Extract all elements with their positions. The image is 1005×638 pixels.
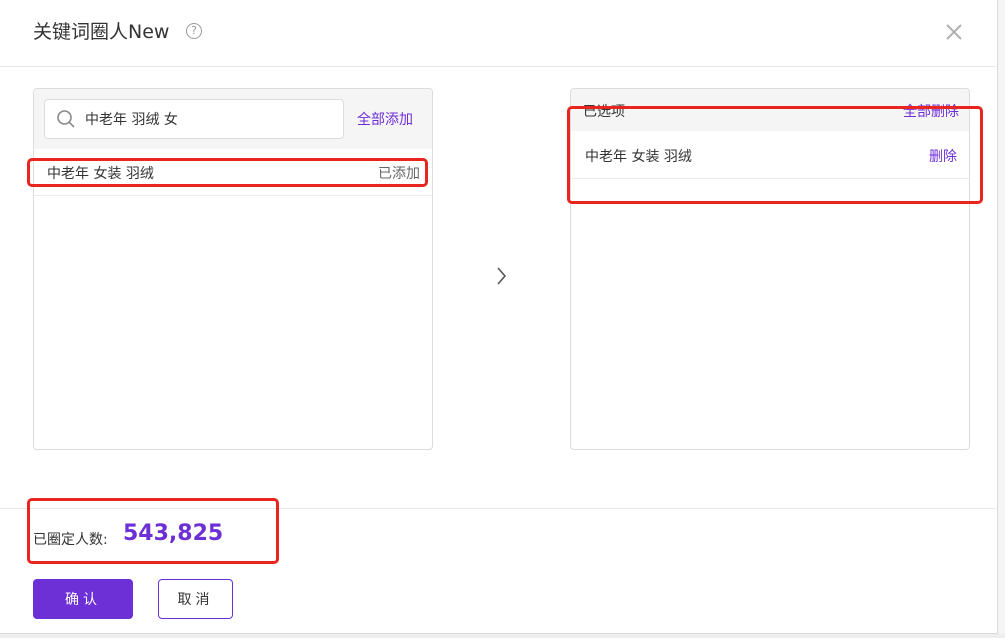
selected-item-keyword: 中老年 女装 羽绒 [585, 149, 692, 165]
keyword-audience-dialog: 关键词圈人New ? 全部添加 中老年 女装 羽绒 已添加 已选项 [0, 0, 998, 634]
delete-item-button[interactable]: 删除 [929, 146, 957, 166]
delete-all-button[interactable]: 全部删除 [903, 101, 959, 121]
search-result-status: 已添加 [378, 166, 420, 182]
confirm-button[interactable]: 确认 [33, 579, 133, 619]
background-page-bottom [0, 634, 1005, 638]
cancel-button[interactable]: 取消 [158, 579, 233, 619]
selected-toolbar: 已选项 全部删除 [571, 89, 969, 131]
close-icon[interactable] [943, 21, 965, 43]
background-page-edge [998, 0, 1005, 638]
audience-count-label: 已圈定人数: [33, 532, 108, 548]
search-result-row[interactable]: 中老年 女装 羽绒 已添加 [34, 149, 432, 196]
question-circle-icon[interactable]: ? [186, 23, 202, 39]
search-input[interactable] [85, 100, 335, 138]
search-toolbar: 全部添加 [34, 89, 432, 149]
search-result-keyword: 中老年 女装 羽绒 [47, 166, 154, 182]
selected-header-label: 已选项 [583, 104, 625, 120]
footer-divider [0, 508, 998, 509]
audience-count-value: 543,825 [123, 521, 224, 546]
selected-item-row: 中老年 女装 羽绒 删除 [571, 131, 969, 179]
chevron-right-icon[interactable] [493, 265, 509, 287]
add-all-button[interactable]: 全部添加 [357, 109, 413, 129]
search-box[interactable] [44, 99, 344, 139]
dialog-title: 关键词圈人New [33, 21, 170, 43]
dialog-header: 关键词圈人New ? [0, 0, 998, 67]
selected-panel: 已选项 全部删除 中老年 女装 羽绒 删除 [570, 88, 970, 450]
search-icon [57, 110, 75, 128]
search-panel: 全部添加 中老年 女装 羽绒 已添加 [33, 88, 433, 450]
